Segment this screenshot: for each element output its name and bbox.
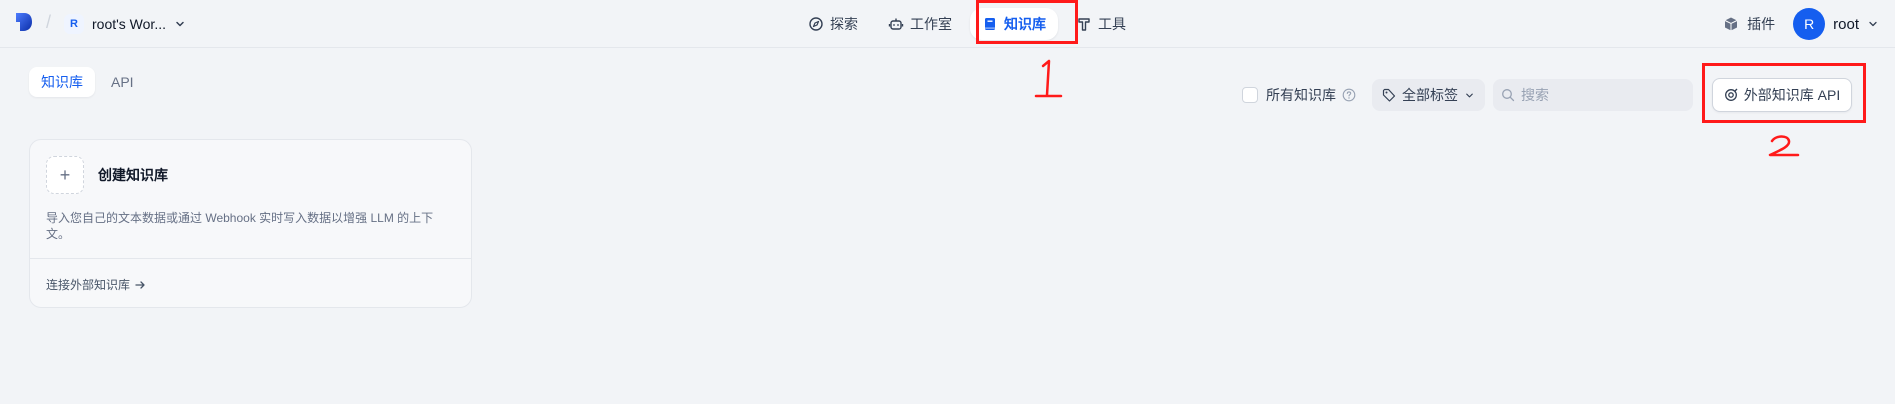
nav-tools-label: 工具: [1098, 16, 1126, 32]
hammer-icon: [1078, 18, 1090, 31]
annotation-number-1-text: 1: [1030, 58, 1031, 59]
workspace-avatar: R: [64, 14, 84, 34]
all-knowledge-checkbox[interactable]: [1242, 87, 1258, 103]
content-tabs: 知识库 API: [29, 67, 146, 97]
workspace-switcher[interactable]: R root's Wor...: [64, 10, 186, 38]
cube-icon: [1724, 17, 1738, 31]
external-knowledge-api-label: 外部知识库 API: [1743, 87, 1841, 103]
compass-icon: [809, 17, 823, 31]
breadcrumb-separator: /: [46, 12, 52, 32]
search-input[interactable]: [1519, 86, 1683, 104]
workspace-name: root's Wor...: [92, 16, 166, 32]
robot-icon: [888, 18, 904, 30]
search-icon: [1502, 89, 1515, 102]
card-divider: [30, 258, 471, 259]
book-icon: [985, 18, 995, 30]
top-header: / R root's Wor... 探索 工作室 知识库 工具 插件 R roo…: [0, 0, 1895, 48]
filter-bar: 所有知识库 全部标签: [1242, 79, 1693, 111]
connect-external-knowledge-label: 连接外部知识库: [46, 278, 131, 292]
user-avatar: R: [1793, 8, 1826, 40]
plus-icon: +: [46, 156, 84, 194]
search-box[interactable]: [1493, 79, 1693, 111]
create-knowledge-description: 导入您自己的文本数据或通过 Webhook 实时写入数据以增强 LLM 的上下文…: [46, 211, 434, 241]
chevron-down-icon: [1466, 93, 1473, 97]
header-right: 插件 R root: [1723, 6, 1879, 42]
tag-icon: [1382, 88, 1396, 102]
tag-filter-dropdown[interactable]: 全部标签: [1372, 79, 1485, 111]
app-logo-icon[interactable]: [14, 11, 34, 33]
main-nav: 探索 工作室 知识库 工具: [796, 6, 1138, 42]
external-knowledge-api-button[interactable]: 外部知识库 API: [1712, 78, 1852, 112]
nav-knowledge[interactable]: 知识库: [970, 8, 1058, 40]
user-name: root: [1833, 15, 1859, 33]
tab-api[interactable]: API: [99, 67, 146, 97]
annotation-number-2-text: 2: [1768, 133, 1769, 134]
chevron-down-icon: [176, 21, 184, 27]
nav-explore-label: 探索: [830, 16, 858, 32]
user-menu[interactable]: R root: [1793, 8, 1879, 40]
help-circle-icon[interactable]: [1342, 88, 1356, 102]
create-knowledge-card[interactable]: + 创建知识库 导入您自己的文本数据或通过 Webhook 实时写入数据以增强 …: [29, 139, 472, 308]
all-knowledge-label: 所有知识库: [1266, 87, 1336, 103]
nav-studio[interactable]: 工作室: [876, 8, 964, 40]
nav-studio-label: 工作室: [910, 16, 952, 32]
annotation-number-2: 2: [1768, 133, 1800, 157]
api-connection-icon: [1724, 88, 1738, 101]
connect-external-knowledge-link[interactable]: 连接外部知识库: [46, 276, 146, 293]
chevron-down-icon: [1869, 21, 1877, 27]
plugins-button[interactable]: 插件: [1723, 14, 1775, 34]
nav-knowledge-label: 知识库: [1004, 16, 1046, 32]
plugins-label: 插件: [1747, 16, 1776, 32]
arrow-right-icon: [135, 280, 145, 289]
tab-knowledge[interactable]: 知识库: [29, 67, 95, 97]
tag-filter-label: 全部标签: [1402, 87, 1458, 103]
nav-tools[interactable]: 工具: [1064, 8, 1138, 40]
nav-explore[interactable]: 探索: [796, 8, 870, 40]
annotation-number-1: 1: [1030, 58, 1063, 98]
create-knowledge-title: 创建知识库: [98, 167, 168, 183]
create-knowledge-header[interactable]: + 创建知识库: [46, 156, 168, 194]
